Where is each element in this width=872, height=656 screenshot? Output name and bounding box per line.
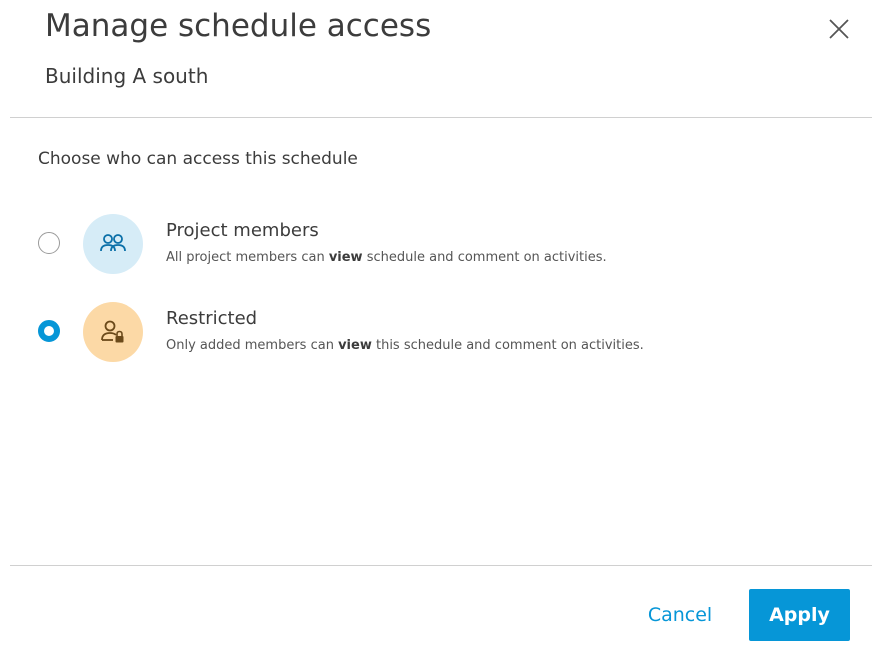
option-project-members[interactable]: Project members All project members can … [0,214,872,274]
manage-access-dialog: Manage schedule access Building A south … [0,0,872,656]
radio-restricted[interactable] [38,320,60,342]
close-button[interactable] [826,16,852,42]
user-lock-icon [101,320,124,343]
restricted-title: Restricted [166,308,258,329]
option-restricted[interactable]: Restricted Only added members can view t… [0,302,872,362]
header-divider [10,117,872,118]
dialog-subtitle: Building A south [45,64,209,88]
cancel-button[interactable]: Cancel [636,589,724,641]
close-icon [829,19,849,39]
radio-project-members[interactable] [38,232,60,254]
apply-button[interactable]: Apply [749,589,850,641]
footer-divider [10,565,872,566]
restricted-description: Only added members can view this schedul… [166,338,644,353]
dialog-title: Manage schedule access [45,8,432,44]
restricted-avatar [83,302,143,362]
project-members-title: Project members [166,220,319,241]
project-members-avatar [83,214,143,274]
people-icon [100,234,126,252]
access-prompt: Choose who can access this schedule [38,149,358,169]
project-members-description: All project members can view schedule an… [166,250,607,265]
